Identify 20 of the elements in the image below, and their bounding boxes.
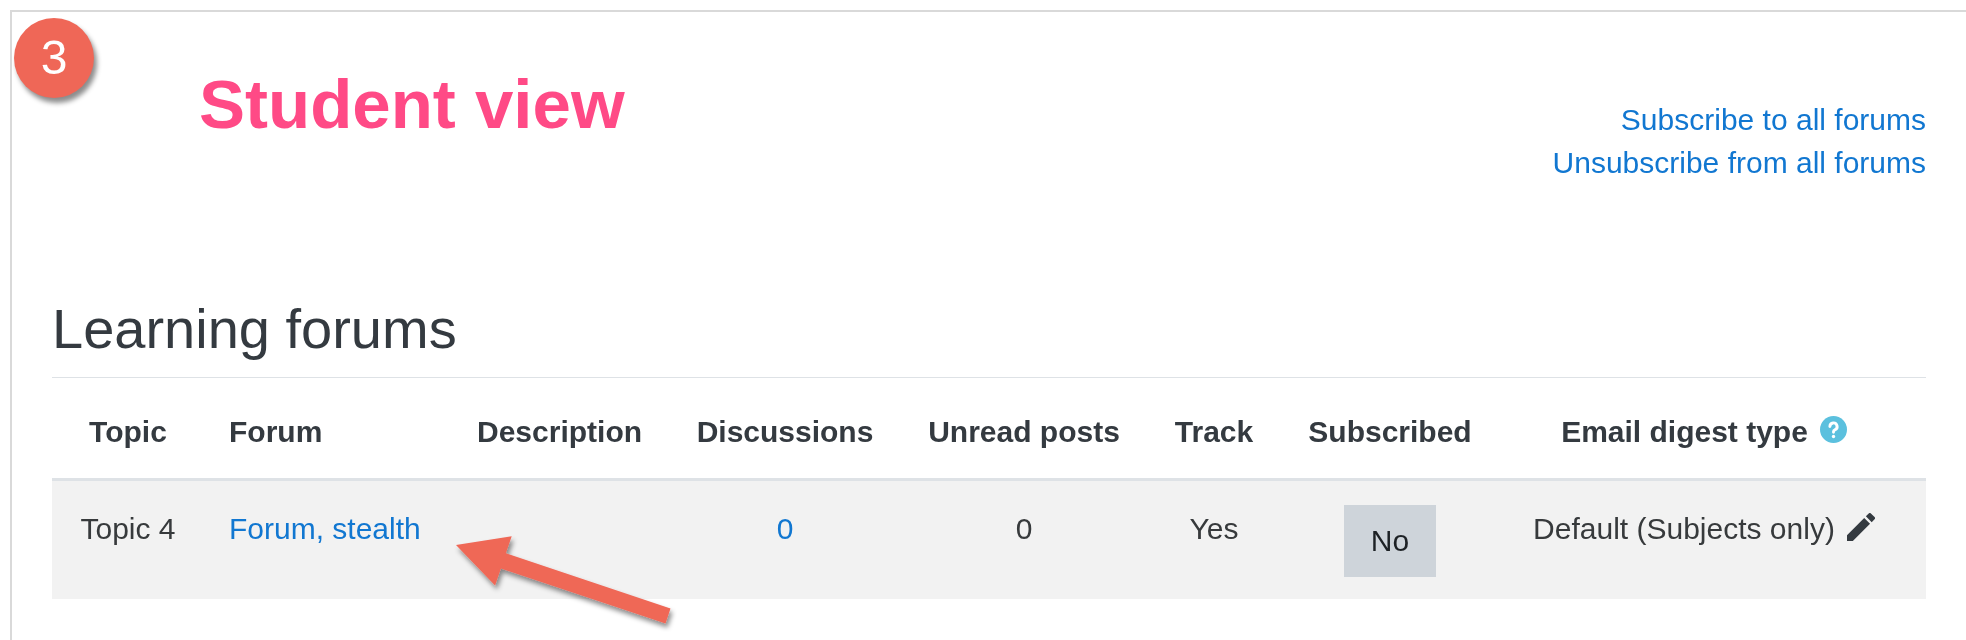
column-header: Track [1174, 414, 1254, 450]
forum-link[interactable]: Forum, stealth [229, 511, 421, 547]
step-number-badge: 3 [14, 18, 94, 98]
view-caption: Student view [199, 70, 625, 139]
column-header: Discussions [696, 414, 874, 450]
tracking-status: Yes [1189, 511, 1239, 547]
column-header: Unread posts [928, 414, 1120, 450]
column-header: Email digest type [1561, 414, 1808, 450]
discussion-count-link[interactable]: 0 [776, 511, 794, 547]
column-header: Description [477, 414, 643, 450]
unread-post-count: 0 [1015, 511, 1033, 547]
subscription-toggle-button[interactable]: No [1344, 505, 1436, 577]
subscription-link[interactable]: Unsubscribe from all forums [1552, 141, 1926, 184]
column-header: Subscribed [1308, 414, 1472, 450]
column-header: Topic [89, 414, 167, 450]
digest-type-label: Default (Subjects only) [1533, 511, 1835, 547]
subscription-link[interactable]: Subscribe to all forums [1620, 98, 1926, 141]
column-header: Forum [229, 414, 323, 450]
pencil-icon[interactable] [1846, 513, 1875, 541]
topic-name: Topic 4 [80, 511, 176, 547]
